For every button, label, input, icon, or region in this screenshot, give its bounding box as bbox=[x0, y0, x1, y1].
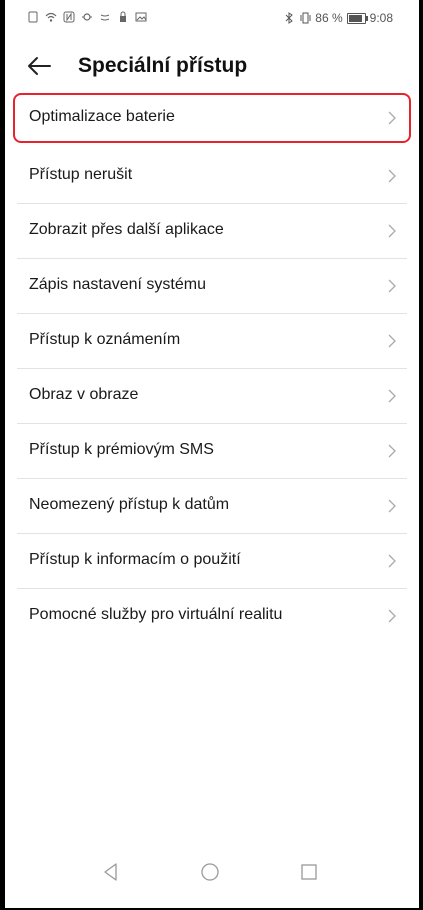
chevron-right-icon bbox=[388, 554, 396, 568]
vibrate-icon bbox=[300, 12, 311, 24]
list-item-label: Přístup k oznámením bbox=[29, 331, 181, 348]
app-header: Speciální přístup bbox=[5, 44, 419, 92]
page-title: Speciální přístup bbox=[78, 54, 248, 77]
list-item-do-not-disturb[interactable]: Přístup nerušit bbox=[17, 149, 407, 204]
recents-square-icon[interactable] bbox=[299, 862, 319, 882]
chevron-right-icon bbox=[388, 334, 396, 348]
list-item-unrestricted-data[interactable]: Neomezený přístup k datům bbox=[17, 479, 407, 534]
status-bar: 86 % 9:08 bbox=[5, 0, 419, 36]
list-item-label: Zápis nastavení systému bbox=[29, 276, 206, 293]
arrow-left-icon[interactable] bbox=[25, 52, 53, 80]
bluetooth-icon bbox=[285, 12, 294, 24]
system-nav-bar bbox=[5, 838, 419, 908]
list-item-label: Přístup nerušit bbox=[29, 166, 133, 183]
sync-icon bbox=[82, 13, 92, 21]
list-item-label: Optimalizace baterie bbox=[29, 108, 175, 125]
list-item-modify-system-settings[interactable]: Zápis nastavení systému bbox=[17, 259, 407, 314]
list-item-notification-access[interactable]: Přístup k oznámením bbox=[17, 314, 407, 369]
list-item-label: Pomocné služby pro virtuální realitu bbox=[29, 606, 283, 623]
chevron-right-icon bbox=[388, 169, 396, 183]
list-item-premium-sms[interactable]: Přístup k prémiovým SMS bbox=[17, 424, 407, 479]
home-circle-icon[interactable] bbox=[200, 862, 220, 882]
phone-screen: 86 % 9:08 Speciální přístup Optimalizace… bbox=[5, 0, 419, 908]
chevron-right-icon bbox=[388, 389, 396, 403]
chevron-right-icon bbox=[388, 111, 396, 125]
wifi-icon bbox=[45, 12, 57, 22]
chevron-right-icon bbox=[388, 224, 396, 238]
chevron-right-icon bbox=[388, 279, 396, 293]
back-triangle-icon[interactable] bbox=[101, 862, 121, 882]
nfc-icon bbox=[63, 11, 75, 23]
list-item-usage-access[interactable]: Přístup k informacím o použití bbox=[17, 534, 407, 589]
list-item-vr-helper-services[interactable]: Pomocné služby pro virtuální realitu bbox=[17, 589, 407, 643]
list-item-battery-optimization[interactable]: Optimalizace baterie bbox=[13, 93, 411, 143]
sim-icon bbox=[28, 11, 38, 23]
status-icons-left bbox=[27, 11, 147, 23]
list-item-display-over-apps[interactable]: Zobrazit přes další aplikace bbox=[17, 204, 407, 259]
image-icon bbox=[135, 12, 147, 22]
cast-icon bbox=[100, 14, 110, 21]
clock: 9:08 bbox=[369, 11, 393, 25]
list-item-label: Neomezený přístup k datům bbox=[29, 496, 230, 513]
chevron-right-icon bbox=[388, 499, 396, 513]
list-item-label: Přístup k prémiovým SMS bbox=[29, 441, 214, 458]
battery-icon bbox=[346, 12, 368, 24]
battery-percent: 86 % bbox=[315, 11, 343, 25]
chevron-right-icon bbox=[388, 609, 396, 623]
list-item-label: Obraz v obraze bbox=[29, 386, 139, 403]
lock-icon bbox=[120, 11, 126, 22]
list-item-label: Přístup k informacím o použití bbox=[29, 551, 241, 568]
status-icons-right: 86 % 9:08 bbox=[283, 11, 393, 25]
list-item-label: Zobrazit přes další aplikace bbox=[29, 221, 224, 238]
chevron-right-icon bbox=[388, 444, 396, 458]
list-item-picture-in-picture[interactable]: Obraz v obraze bbox=[17, 369, 407, 424]
settings-list: Optimalizace baterie Přístup nerušit Zob… bbox=[5, 93, 419, 643]
